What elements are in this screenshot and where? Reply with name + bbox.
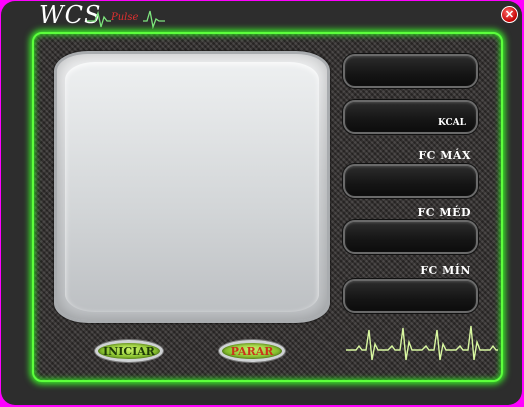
app-window: WCS Pulse ✕ KCAL FC MÁX FC MÉD FC MÍN IN…	[1, 1, 522, 405]
fc-max-box	[343, 164, 478, 198]
heartbeat-icon	[346, 325, 498, 361]
fc-min-label: FC MÍN	[420, 264, 471, 277]
fc-med-label: FC MÉD	[417, 206, 471, 219]
display-screen-glass	[65, 62, 319, 312]
main-panel: KCAL FC MÁX FC MÉD FC MÍN INICIAR PARAR	[32, 32, 503, 382]
kcal-label: KCAL	[437, 118, 466, 128]
app-subtitle: Pulse	[111, 12, 139, 23]
kcal-box: KCAL	[343, 100, 478, 134]
fc-med-box	[343, 220, 478, 254]
start-button[interactable]: INICIAR	[95, 340, 163, 362]
stop-button[interactable]: PARAR	[219, 340, 285, 362]
title-bar: WCS Pulse	[39, 1, 179, 31]
close-button[interactable]: ✕	[501, 6, 518, 23]
fc-min-box	[343, 279, 478, 313]
fc-max-label: FC MÁX	[418, 149, 471, 162]
stat-box-1	[343, 54, 478, 88]
display-screen	[54, 51, 330, 323]
close-icon: ✕	[504, 9, 515, 21]
